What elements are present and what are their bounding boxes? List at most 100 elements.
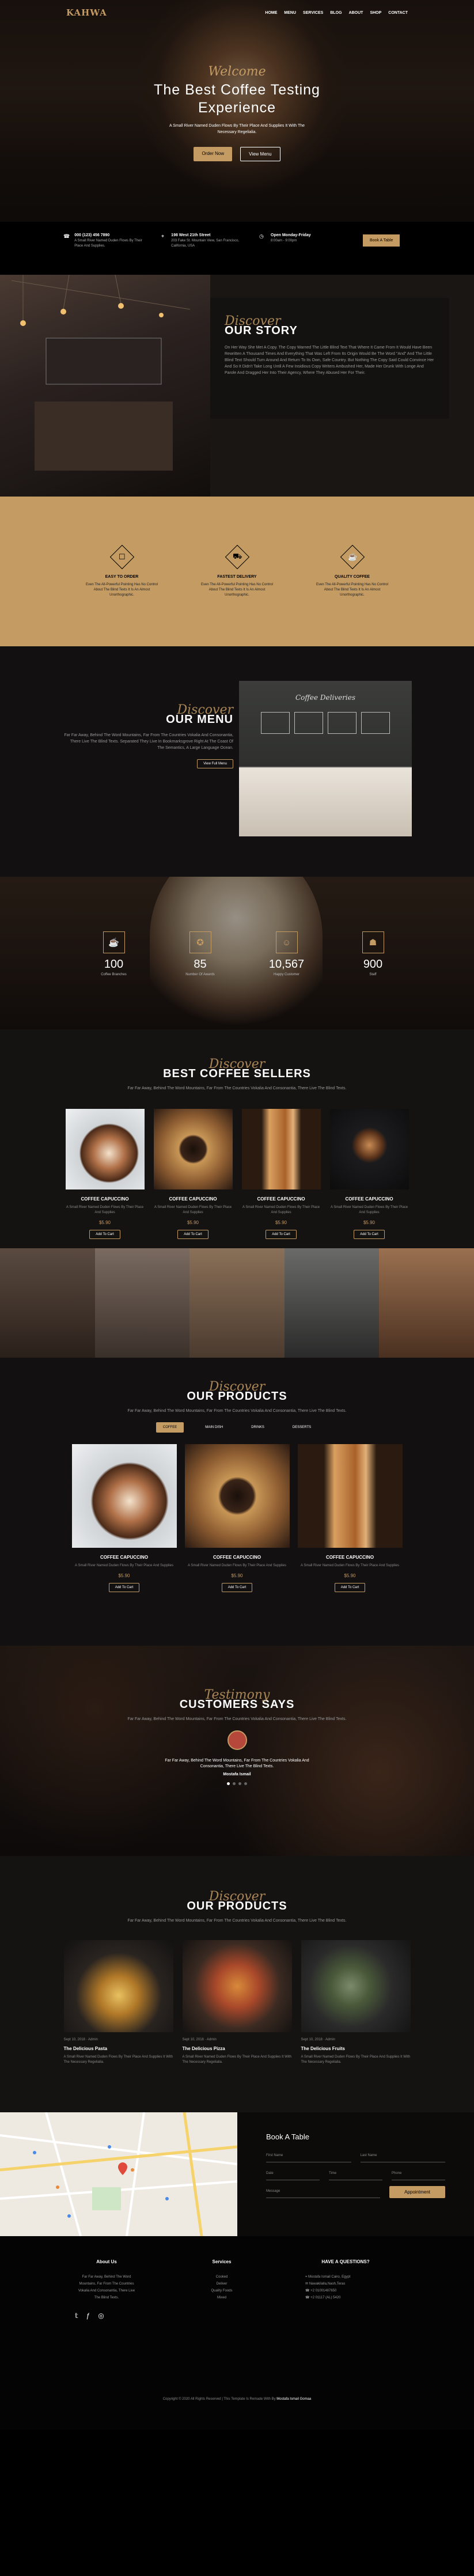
blog-image[interactable]	[63, 1940, 173, 2032]
add-to-cart-button[interactable]: Add To Cart	[354, 1230, 385, 1239]
view-menu-button[interactable]: View Menu	[240, 147, 280, 161]
sellers-desc: Far Far Away, Behind The Word Mountains,…	[127, 1086, 347, 1090]
map[interactable]	[0, 2112, 237, 2236]
info-bar: ☎ 000 (123) 456 7890 A Small River Named …	[0, 222, 474, 275]
time-field[interactable]: Time	[329, 2167, 382, 2180]
footer-service-link[interactable]: Quality Foods	[190, 2287, 253, 2294]
add-to-cart-button[interactable]: Add To Cart	[221, 1583, 253, 1592]
gallery-image[interactable]	[284, 1248, 380, 1358]
counter-label: Number Of Awards	[185, 973, 215, 976]
customers-icon: ☺	[275, 931, 298, 953]
gallery-image[interactable]	[0, 1248, 95, 1358]
product-desc: A Small River Named Duden Flows By Their…	[242, 1206, 320, 1214]
logo[interactable]: KAHWA	[66, 7, 107, 18]
product-title: COFFEE CAPUCCINO	[100, 1555, 149, 1560]
carousel-dots	[0, 1782, 474, 1785]
nav-blog[interactable]: BLOG	[330, 11, 342, 15]
nav-menu: HOME MENU SERVICES BLOG ABOUT SHOP CONTA…	[265, 11, 408, 15]
tab-coffee[interactable]: COFFEE	[156, 1422, 184, 1433]
instagram-icon[interactable]: ◎	[98, 2312, 104, 2320]
appointment-button[interactable]: Appointment	[389, 2186, 445, 2198]
tab-main-dish[interactable]: MAIN DISH	[198, 1422, 230, 1433]
blog-card: Sept 10, 2018 · Admin The Delicious Past…	[63, 1940, 173, 2065]
hero-section: Welcome The Best Coffee Testing Experien…	[0, 0, 474, 222]
counter-value: 900	[363, 958, 383, 971]
twitter-icon[interactable]: 𝕥	[75, 2312, 78, 2320]
author-link[interactable]: Mostafa Ismail Gomaa	[276, 2397, 311, 2401]
message-field[interactable]: Message	[266, 2185, 381, 2198]
blog-title[interactable]: The Delicious Pasta	[64, 2046, 173, 2051]
add-to-cart-button[interactable]: Add To Cart	[108, 1583, 140, 1592]
view-full-menu-button[interactable]: View Full Menu	[197, 759, 233, 768]
add-to-cart-button[interactable]: Add To Cart	[266, 1230, 297, 1239]
nav-shop[interactable]: SHOP	[370, 11, 381, 15]
address: 198 West 21th Street	[171, 233, 211, 237]
footer-contact-line[interactable]: +2 01117 (AL) 5420	[310, 2296, 340, 2300]
footer-contact-line[interactable]: Nawakilalla,Naoh,Teras	[309, 2282, 346, 2286]
tab-drinks[interactable]: DRINKS	[244, 1422, 271, 1433]
copyright-text: Copyright © 2020 All Rights Reserved | T…	[162, 2397, 277, 2401]
carousel-dot[interactable]	[233, 1782, 236, 1785]
menu-section: Discover OUR MENU Far Far Away, Behind T…	[0, 646, 474, 877]
nav-services[interactable]: SERVICES	[303, 11, 323, 15]
blog-author[interactable]: Admin	[325, 2038, 335, 2041]
feature-fast-delivery: ⛟ FASTEST DELIVERY Even The All-Powerful…	[200, 544, 275, 598]
product-title: COFFEE CAPUCCINO	[81, 1196, 129, 1202]
product-card: COFFEE CAPUCCINO A Small River Named Dud…	[184, 1444, 290, 1592]
footer-about-title: About Us	[96, 2259, 117, 2264]
hero-title: The Best Coffee Testing Experience	[154, 82, 320, 116]
counter-label: Happy Customer	[273, 973, 300, 976]
last-name-field[interactable]: Last Name	[360, 2149, 445, 2162]
footer-service-link[interactable]: Mixed	[190, 2294, 253, 2301]
award-icon: ✪	[189, 931, 211, 953]
story-script: Discover	[225, 314, 281, 328]
first-name-field[interactable]: First Name	[266, 2149, 351, 2162]
add-to-cart-button[interactable]: Add To Cart	[177, 1230, 208, 1239]
order-now-button[interactable]: Order Now	[194, 147, 233, 161]
blog-author[interactable]: Admin	[207, 2038, 217, 2041]
book-table-button[interactable]: Book A Table	[363, 234, 400, 247]
phone-icon: ☎	[305, 2289, 311, 2293]
blog-image[interactable]	[301, 1940, 411, 2032]
gallery-image[interactable]	[94, 1248, 190, 1358]
add-to-cart-button[interactable]: Add To Cart	[334, 1583, 366, 1592]
gallery-image[interactable]	[189, 1248, 285, 1358]
carousel-dot[interactable]	[244, 1782, 247, 1785]
blog-author[interactable]: Admin	[88, 2038, 98, 2041]
product-price: $5.90	[118, 1573, 130, 1578]
carousel-dot[interactable]	[238, 1782, 241, 1785]
add-to-cart-button[interactable]: Add To Cart	[89, 1230, 120, 1239]
tab-desserts[interactable]: DESSERTS	[286, 1422, 318, 1433]
footer-service-link[interactable]: Deliver	[190, 2280, 253, 2287]
phone-field[interactable]: Phone	[392, 2167, 445, 2180]
product-price: $5.90	[231, 1573, 243, 1578]
product-desc: A Small River Named Duden Flows By Their…	[330, 1206, 408, 1214]
facebook-icon[interactable]: ƒ	[86, 2312, 90, 2320]
date-field[interactable]: Date	[266, 2167, 320, 2180]
product-title: COFFEE CAPUCCINO	[169, 1196, 217, 1202]
story-box: Discover OUR STORY On Her Way She Met A …	[210, 298, 449, 419]
phone-sub: A Small River Named Duden Flows By Their…	[74, 239, 142, 248]
hours-sub: 8:00am - 9:00pm	[271, 239, 297, 243]
menu-text: Far Far Away, Behind The Word Mountains,…	[64, 733, 233, 750]
mail-icon: ✉	[305, 2282, 309, 2286]
nav-contact[interactable]: CONTACT	[388, 11, 408, 15]
blog-title[interactable]: The Delicious Pizza	[183, 2046, 292, 2051]
sellers-section: Discover BEST COFFEE SELLERS Far Far Awa…	[0, 1029, 474, 1248]
footer-contact-line[interactable]: +2 01001487650	[310, 2289, 336, 2293]
seller-card: COFFEE CAPUCCINO A Small River Named Dud…	[329, 1109, 409, 1239]
carousel-dot[interactable]	[227, 1782, 230, 1785]
booking-form: Book A Table First Name Last Name Date T…	[237, 2112, 474, 2236]
nav-menu-link[interactable]: MENU	[284, 11, 296, 15]
product-desc: A Small River Named Duden Flows By Their…	[154, 1206, 232, 1214]
blog-image[interactable]	[182, 1940, 292, 2032]
booking-section: Book A Table First Name Last Name Date T…	[0, 2112, 474, 2236]
phone-icon: ☎	[63, 233, 70, 239]
nav-about[interactable]: ABOUT	[349, 11, 363, 15]
info-address: ⌖ 198 West 21th Street 203 Fake St. Mount…	[161, 233, 242, 249]
gallery-image[interactable]	[379, 1248, 474, 1358]
feature-title: EASY TO ORDER	[105, 575, 139, 579]
blog-title[interactable]: The Delicious Fruits	[301, 2046, 411, 2051]
footer-service-link[interactable]: Cooked	[190, 2274, 253, 2280]
nav-home[interactable]: HOME	[265, 11, 277, 15]
